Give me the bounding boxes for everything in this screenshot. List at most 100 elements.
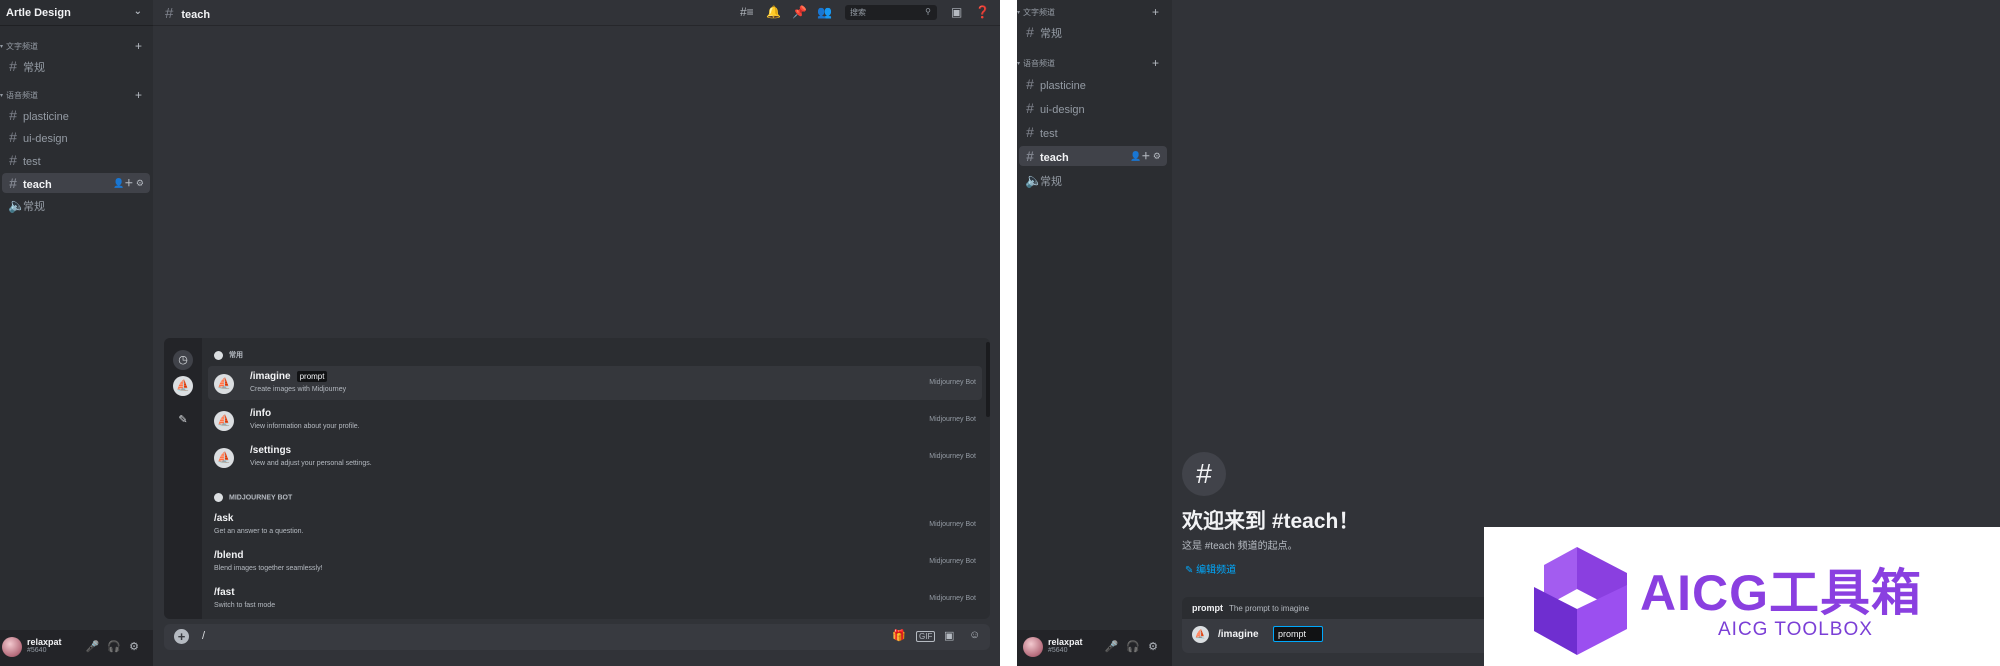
channel-item-voice-general[interactable]: 🔈常规 [1019,170,1167,190]
avatar[interactable] [2,637,22,657]
hash-icon: # [1026,148,1034,164]
command-source: Midjourney Bot [929,521,976,528]
discord-window-left: Artle Design ⌄ ▾ 文字频道 + # 常规 ▾ 语音频道 + # pl… [0,0,1000,666]
search-input[interactable]: 搜索 ⚲ [845,5,937,20]
server-header[interactable]: Artle Design ⌄ [0,0,153,26]
search-icon: ⚲ [925,7,931,16]
hash-icon: # [9,152,17,168]
command-blend[interactable]: /blend Blend images together seamlessly!… [208,545,982,579]
channel-label: ui-design [1040,104,1085,116]
channel-label: test [23,156,41,168]
channel-label: 常规 [1040,176,1062,188]
user-tag: #5640 [27,647,47,654]
category-text-channels[interactable]: ▾ 文字频道 + [0,39,150,54]
chevron-down-icon[interactable]: ⌄ [134,6,142,17]
aicg-logo-icon [1534,547,1627,655]
channel-item-plasticine[interactable]: # plasticine [1019,74,1167,94]
command-name: /blend [214,550,244,561]
pin-icon[interactable]: 📌 [792,5,807,19]
clock-icon[interactable]: ◷ [173,350,193,370]
channel-label: 常规 [23,201,45,213]
gif-icon[interactable]: GIF [916,631,936,642]
add-channel-icon[interactable]: + [1152,5,1159,19]
avatar[interactable] [1023,637,1043,657]
midjourney-bot-icon: ⛵ [214,448,234,468]
section-label: MIDJOURNEY BOT [229,494,293,502]
user-tag: #5640 [1048,647,1068,654]
channel-item-teach[interactable]: # teach 👤＋ ⚙ [1019,146,1167,166]
welcome-subtitle: 这是 #teach 频道的起点。 [1182,541,1298,552]
command-imagine[interactable]: ⛵ /imagine prompt Create images with Midj… [208,366,982,400]
help-icon[interactable]: ❓ [975,5,990,19]
hash-icon: # [9,58,17,74]
add-channel-icon[interactable]: + [135,88,142,102]
bell-icon[interactable]: 🔔 [766,5,781,19]
channel-item-general[interactable]: # 常规 [1019,22,1167,42]
username: relaxpat [1048,637,1083,647]
invite-settings-icon[interactable]: 👤＋ ⚙ [1130,146,1161,166]
category-text-channels[interactable]: ▾ 文字频道 + [1017,5,1167,20]
channel-item-plasticine[interactable]: # plasticine [2,105,150,125]
hash-icon: # [165,5,174,22]
speaker-icon: 🔈 [8,197,26,213]
command-desc: View and adjust your personal settings. [250,460,372,467]
user-panel: relaxpat #5640 🎤🎧⚙ [1017,630,1172,666]
sticker-icon[interactable]: ▣ [944,629,954,642]
members-icon[interactable]: 👥 [817,5,832,19]
section-label: 常用 [229,352,243,359]
add-attachment-icon[interactable]: + [174,629,189,644]
channel-label: 常规 [23,62,45,74]
channel-label: ui-design [23,133,68,145]
edit-icon[interactable]: ✎ [173,410,193,430]
category-voice-channels[interactable]: ▾ 语音频道 + [1017,56,1167,71]
command-fast[interactable]: /fast Switch to fast mode Midjourney Bot [208,582,982,616]
category-voice-channels[interactable]: ▾ 语音频道 + [0,88,150,103]
channel-item-test[interactable]: # test [2,150,150,170]
option-name: prompt [1192,603,1223,613]
channel-item-general[interactable]: # 常规 [2,56,150,76]
scrollbar[interactable] [986,342,990,417]
command-source: Midjourney Bot [929,453,976,460]
inbox-icon[interactable]: ▣ [951,5,962,19]
command-source-rail: ◷ ⛵ ✎ [164,338,202,619]
add-channel-icon[interactable]: + [1152,56,1159,70]
prompt-field[interactable]: prompt [1273,626,1323,642]
search-placeholder: 搜索 [850,8,866,17]
hash-icon: # [1182,452,1226,496]
category-label: 语音频道 [1023,59,1055,68]
add-channel-icon[interactable]: + [135,39,142,53]
gift-icon[interactable]: 🎁 [892,629,906,642]
channel-label: plasticine [23,111,69,123]
command-name: /settings [250,445,292,456]
command-settings[interactable]: ⛵ /settings View and adjust your persona… [208,440,982,474]
channel-label: teach [1040,152,1069,164]
edit-channel-link[interactable]: ✎ 编辑频道 [1185,561,1236,576]
command-ask[interactable]: /ask Get an answer to a question. Midjou… [208,508,982,542]
mic-headset-settings-icon[interactable]: 🎤🎧⚙ [1105,640,1166,653]
option-desc: The prompt to imagine [1229,604,1310,613]
welcome-title: 欢迎来到 #teach！ [1182,510,1360,533]
invite-settings-icon[interactable]: 👤＋ ⚙ [113,173,144,193]
category-label: 文字频道 [1023,8,1055,17]
message-input[interactable]: + / 🎁 GIF ▣ ☺ [164,624,990,650]
command-name: /imagine [1218,629,1259,640]
section-midjourney-bot: MIDJOURNEY BOT [214,493,292,502]
command-info[interactable]: ⛵ /info View information about your prof… [208,403,982,437]
message-input-value[interactable]: / [202,630,205,642]
command-autocomplete: ◷ ⛵ ✎ 常用 ⛵ /imagine prompt Create images … [164,338,990,619]
midjourney-bot-icon[interactable]: ⛵ [173,376,193,396]
command-name: /imagine prompt [250,371,328,382]
pencil-icon: ✎ [1185,565,1197,576]
caret-icon: ▾ [1017,61,1021,67]
username: relaxpat [27,637,62,647]
channel-item-test[interactable]: # test [1019,122,1167,142]
mic-headset-settings-icon[interactable]: 🎤🎧⚙ [86,640,147,653]
channel-item-teach[interactable]: # teach 👤＋ ⚙ [2,173,150,193]
channel-item-ui-design[interactable]: # ui-design [2,127,150,147]
speaker-icon: 🔈 [1025,172,1043,188]
emoji-icon[interactable]: ☺ [969,629,980,641]
channel-item-voice-general[interactable]: 🔈常规 [2,195,150,215]
threads-icon[interactable]: #≡ [740,5,754,19]
channel-title-text: teach [181,9,211,21]
channel-item-ui-design[interactable]: # ui-design [1019,98,1167,118]
